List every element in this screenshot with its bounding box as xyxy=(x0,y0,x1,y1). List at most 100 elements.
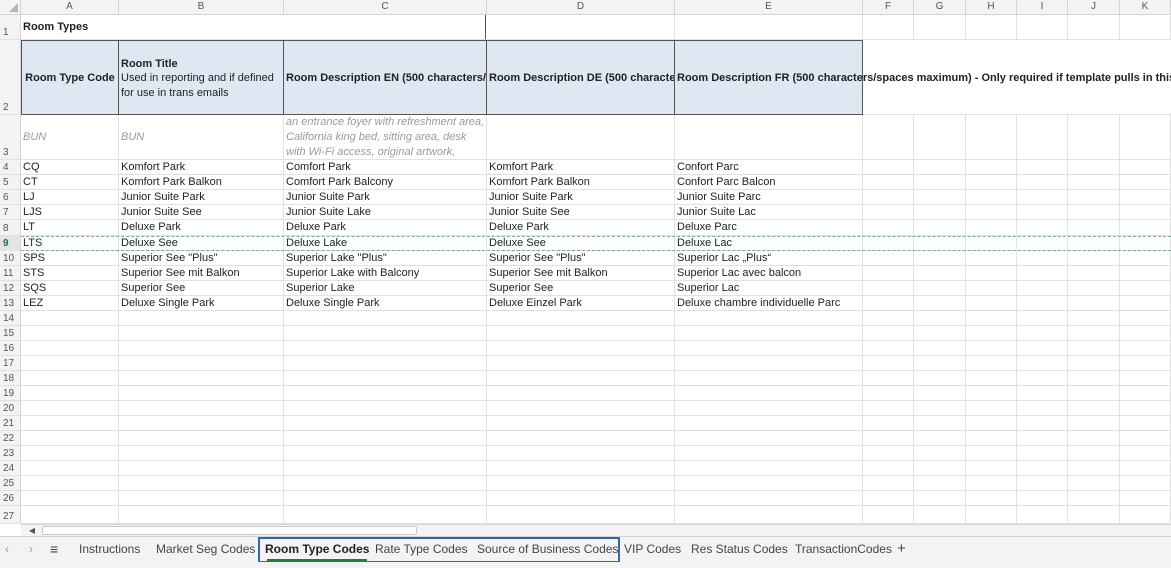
row-header[interactable]: 15 xyxy=(0,326,21,341)
example-description[interactable]: an entrance foyer with refreshment area,… xyxy=(284,115,487,160)
row-header[interactable]: 3 xyxy=(0,115,21,160)
empty-cell[interactable] xyxy=(914,386,966,401)
empty-cell[interactable] xyxy=(966,446,1017,461)
empty-cell[interactable] xyxy=(966,236,1017,251)
empty-cell[interactable] xyxy=(966,175,1017,190)
empty-cell[interactable] xyxy=(863,416,914,431)
empty-cell[interactable] xyxy=(863,190,914,205)
empty-cell[interactable] xyxy=(21,416,119,431)
empty-cell[interactable] xyxy=(966,326,1017,341)
empty-cell[interactable] xyxy=(863,371,914,386)
empty-cell[interactable] xyxy=(119,341,284,356)
empty-cell[interactable] xyxy=(1120,220,1171,236)
empty-cell[interactable] xyxy=(966,356,1017,371)
empty-cell[interactable] xyxy=(1017,506,1068,524)
empty-cell[interactable] xyxy=(1068,296,1120,311)
empty-cell[interactable] xyxy=(1120,266,1171,281)
empty-cell[interactable] xyxy=(1068,491,1120,506)
empty-cell[interactable] xyxy=(863,401,914,416)
empty-cell[interactable] xyxy=(487,115,675,160)
empty-cell[interactable] xyxy=(863,115,914,160)
empty-cell[interactable] xyxy=(1068,175,1120,190)
empty-cell[interactable] xyxy=(119,371,284,386)
table-cell[interactable]: Superior Lake with Balcony xyxy=(284,266,487,281)
empty-cell[interactable] xyxy=(966,311,1017,326)
table-cell[interactable]: SPS xyxy=(21,251,119,266)
table-cell[interactable]: Komfort Park Balkon xyxy=(119,175,284,190)
sheet-title-cell[interactable]: Room Types xyxy=(21,15,486,40)
empty-cell[interactable] xyxy=(284,311,487,326)
table-cell[interactable]: Comfort Park xyxy=(284,160,487,175)
empty-cell[interactable] xyxy=(914,15,966,40)
empty-cell[interactable] xyxy=(1017,175,1068,190)
empty-cell[interactable] xyxy=(1120,461,1171,476)
scrollbar-thumb[interactable] xyxy=(42,526,417,535)
empty-cell[interactable] xyxy=(914,341,966,356)
empty-cell[interactable] xyxy=(119,461,284,476)
empty-cell[interactable] xyxy=(1068,281,1120,296)
column-header-c[interactable]: C xyxy=(284,0,487,15)
empty-cell[interactable] xyxy=(675,311,863,326)
empty-cell[interactable] xyxy=(966,506,1017,524)
empty-cell[interactable] xyxy=(914,205,966,220)
empty-cell[interactable] xyxy=(1017,356,1068,371)
empty-cell[interactable] xyxy=(119,476,284,491)
empty-cell[interactable] xyxy=(966,341,1017,356)
header-desc-fr[interactable]: Room Description FR (500 characters/spac… xyxy=(675,40,1171,115)
empty-cell[interactable] xyxy=(914,115,966,160)
empty-cell[interactable] xyxy=(1068,431,1120,446)
table-cell[interactable]: Komfort Park xyxy=(487,160,675,175)
table-cell[interactable]: Junior Suite Lac xyxy=(675,205,863,220)
empty-cell[interactable] xyxy=(1068,446,1120,461)
table-cell[interactable]: Deluxe Parc xyxy=(675,220,863,236)
empty-cell[interactable] xyxy=(914,416,966,431)
table-cell[interactable]: Komfort Park xyxy=(119,160,284,175)
row-header[interactable]: 6 xyxy=(0,190,21,205)
empty-cell[interactable] xyxy=(1017,431,1068,446)
row-header[interactable]: 26 xyxy=(0,491,21,506)
header-room-type-code[interactable]: Room Type Code xyxy=(21,40,119,115)
empty-cell[interactable] xyxy=(21,341,119,356)
empty-cell[interactable] xyxy=(1120,491,1171,506)
empty-cell[interactable] xyxy=(119,431,284,446)
empty-cell[interactable] xyxy=(1068,416,1120,431)
table-cell[interactable]: STS xyxy=(21,266,119,281)
empty-cell[interactable] xyxy=(1017,281,1068,296)
empty-cell[interactable] xyxy=(1120,251,1171,266)
empty-cell[interactable] xyxy=(1068,311,1120,326)
empty-cell[interactable] xyxy=(675,341,863,356)
empty-cell[interactable] xyxy=(1068,115,1120,160)
empty-cell[interactable] xyxy=(675,446,863,461)
empty-cell[interactable] xyxy=(914,476,966,491)
empty-cell[interactable] xyxy=(863,281,914,296)
sheet-tab[interactable]: Source of Business Codes xyxy=(477,541,618,559)
empty-cell[interactable] xyxy=(1017,160,1068,175)
empty-cell[interactable] xyxy=(1068,220,1120,236)
empty-cell[interactable] xyxy=(119,326,284,341)
empty-cell[interactable] xyxy=(863,506,914,524)
sheet-tab[interactable]: Room Type Codes xyxy=(265,541,369,561)
empty-cell[interactable] xyxy=(21,431,119,446)
empty-cell[interactable] xyxy=(487,431,675,446)
empty-cell[interactable] xyxy=(21,461,119,476)
column-header-e[interactable]: E xyxy=(675,0,863,15)
empty-cell[interactable] xyxy=(119,401,284,416)
empty-cell[interactable] xyxy=(284,386,487,401)
table-cell[interactable]: CT xyxy=(21,175,119,190)
row-header[interactable]: 4 xyxy=(0,160,21,175)
row-header[interactable]: 14 xyxy=(0,311,21,326)
table-cell[interactable]: Junior Suite Park xyxy=(487,190,675,205)
empty-cell[interactable] xyxy=(863,341,914,356)
empty-cell[interactable] xyxy=(1120,15,1171,40)
column-header-a[interactable]: A xyxy=(21,0,119,15)
empty-cell[interactable] xyxy=(1017,220,1068,236)
empty-cell[interactable] xyxy=(863,160,914,175)
empty-cell[interactable] xyxy=(1120,326,1171,341)
table-cell[interactable]: Deluxe See xyxy=(487,236,675,251)
table-cell[interactable]: LJ xyxy=(21,190,119,205)
empty-cell[interactable] xyxy=(1068,401,1120,416)
triangle-left-icon[interactable]: ◀ xyxy=(25,525,39,536)
empty-cell[interactable] xyxy=(863,15,914,40)
empty-cell[interactable] xyxy=(966,266,1017,281)
header-desc-de[interactable]: Room Description DE (500 characters/spac… xyxy=(487,40,675,115)
